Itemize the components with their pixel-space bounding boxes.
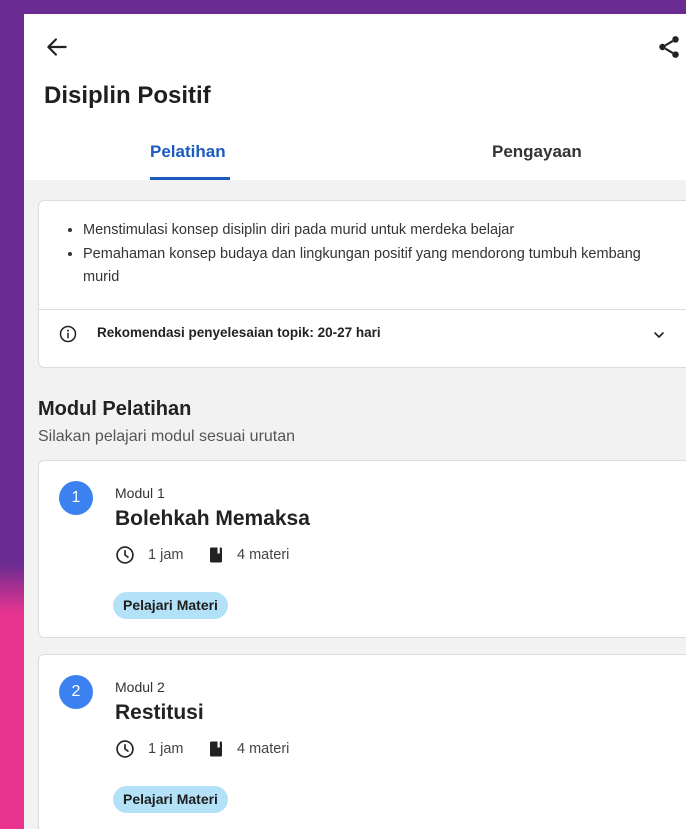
module-number-badge: 2 bbox=[59, 675, 93, 709]
share-button[interactable] bbox=[656, 34, 682, 60]
app-screen: Disiplin Positif Pelatihan Pengayaan Men… bbox=[24, 14, 686, 829]
module-materials-count: 4 materi bbox=[237, 547, 290, 563]
module-label: Modul 1 bbox=[115, 485, 165, 501]
completion-recommendation: Rekomendasi penyelesaian topik: 20-27 ha… bbox=[97, 325, 381, 340]
divider bbox=[39, 309, 686, 310]
header: Disiplin Positif Pelatihan Pengayaan bbox=[24, 14, 686, 180]
module-card-2[interactable]: 2 Modul 2 Restitusi 1 jam 4 materi Pelaj… bbox=[38, 654, 686, 829]
module-label: Modul 2 bbox=[115, 679, 165, 695]
expand-recommendation-button[interactable] bbox=[651, 327, 667, 343]
module-number-badge: 1 bbox=[59, 481, 93, 515]
module-title: Bolehkah Memaksa bbox=[115, 507, 310, 530]
module-duration: 1 jam bbox=[148, 547, 184, 563]
section-title: Modul Pelatihan bbox=[38, 398, 192, 420]
book-icon bbox=[207, 740, 225, 758]
module-materials-count: 4 materi bbox=[237, 741, 290, 757]
back-button[interactable] bbox=[44, 34, 70, 60]
background-frame-top bbox=[0, 0, 686, 14]
arrow-left-icon bbox=[47, 38, 67, 56]
page-title: Disiplin Positif bbox=[44, 82, 211, 109]
book-icon bbox=[207, 546, 225, 564]
tab-pengayaan[interactable]: Pengayaan bbox=[492, 142, 582, 162]
chevron-down-icon bbox=[654, 332, 664, 338]
active-tab-indicator bbox=[150, 177, 230, 180]
topic-info-card: Menstimulasi konsep disiplin diri pada m… bbox=[38, 200, 686, 368]
background-frame-left bbox=[0, 0, 24, 829]
module-title: Restitusi bbox=[115, 701, 204, 724]
tab-pelatihan[interactable]: Pelatihan bbox=[150, 142, 226, 162]
module-card-1[interactable]: 1 Modul 1 Bolehkah Memaksa 1 jam 4 mater… bbox=[38, 460, 686, 638]
topic-goals-list: Menstimulasi konsep disiplin diri pada m… bbox=[39, 201, 686, 290]
share-icon bbox=[659, 36, 679, 58]
study-material-button[interactable]: Pelajari Materi bbox=[113, 786, 228, 813]
section-subtitle: Silakan pelajari modul sesuai urutan bbox=[38, 428, 296, 445]
clock-icon bbox=[115, 739, 135, 759]
clock-icon bbox=[115, 545, 135, 565]
list-item: Menstimulasi konsep disiplin diri pada m… bbox=[83, 219, 686, 243]
info-icon bbox=[59, 325, 77, 343]
list-item: Pemahaman konsep budaya dan lingkungan p… bbox=[83, 243, 686, 290]
study-material-button[interactable]: Pelajari Materi bbox=[113, 592, 228, 619]
module-duration: 1 jam bbox=[148, 741, 184, 757]
